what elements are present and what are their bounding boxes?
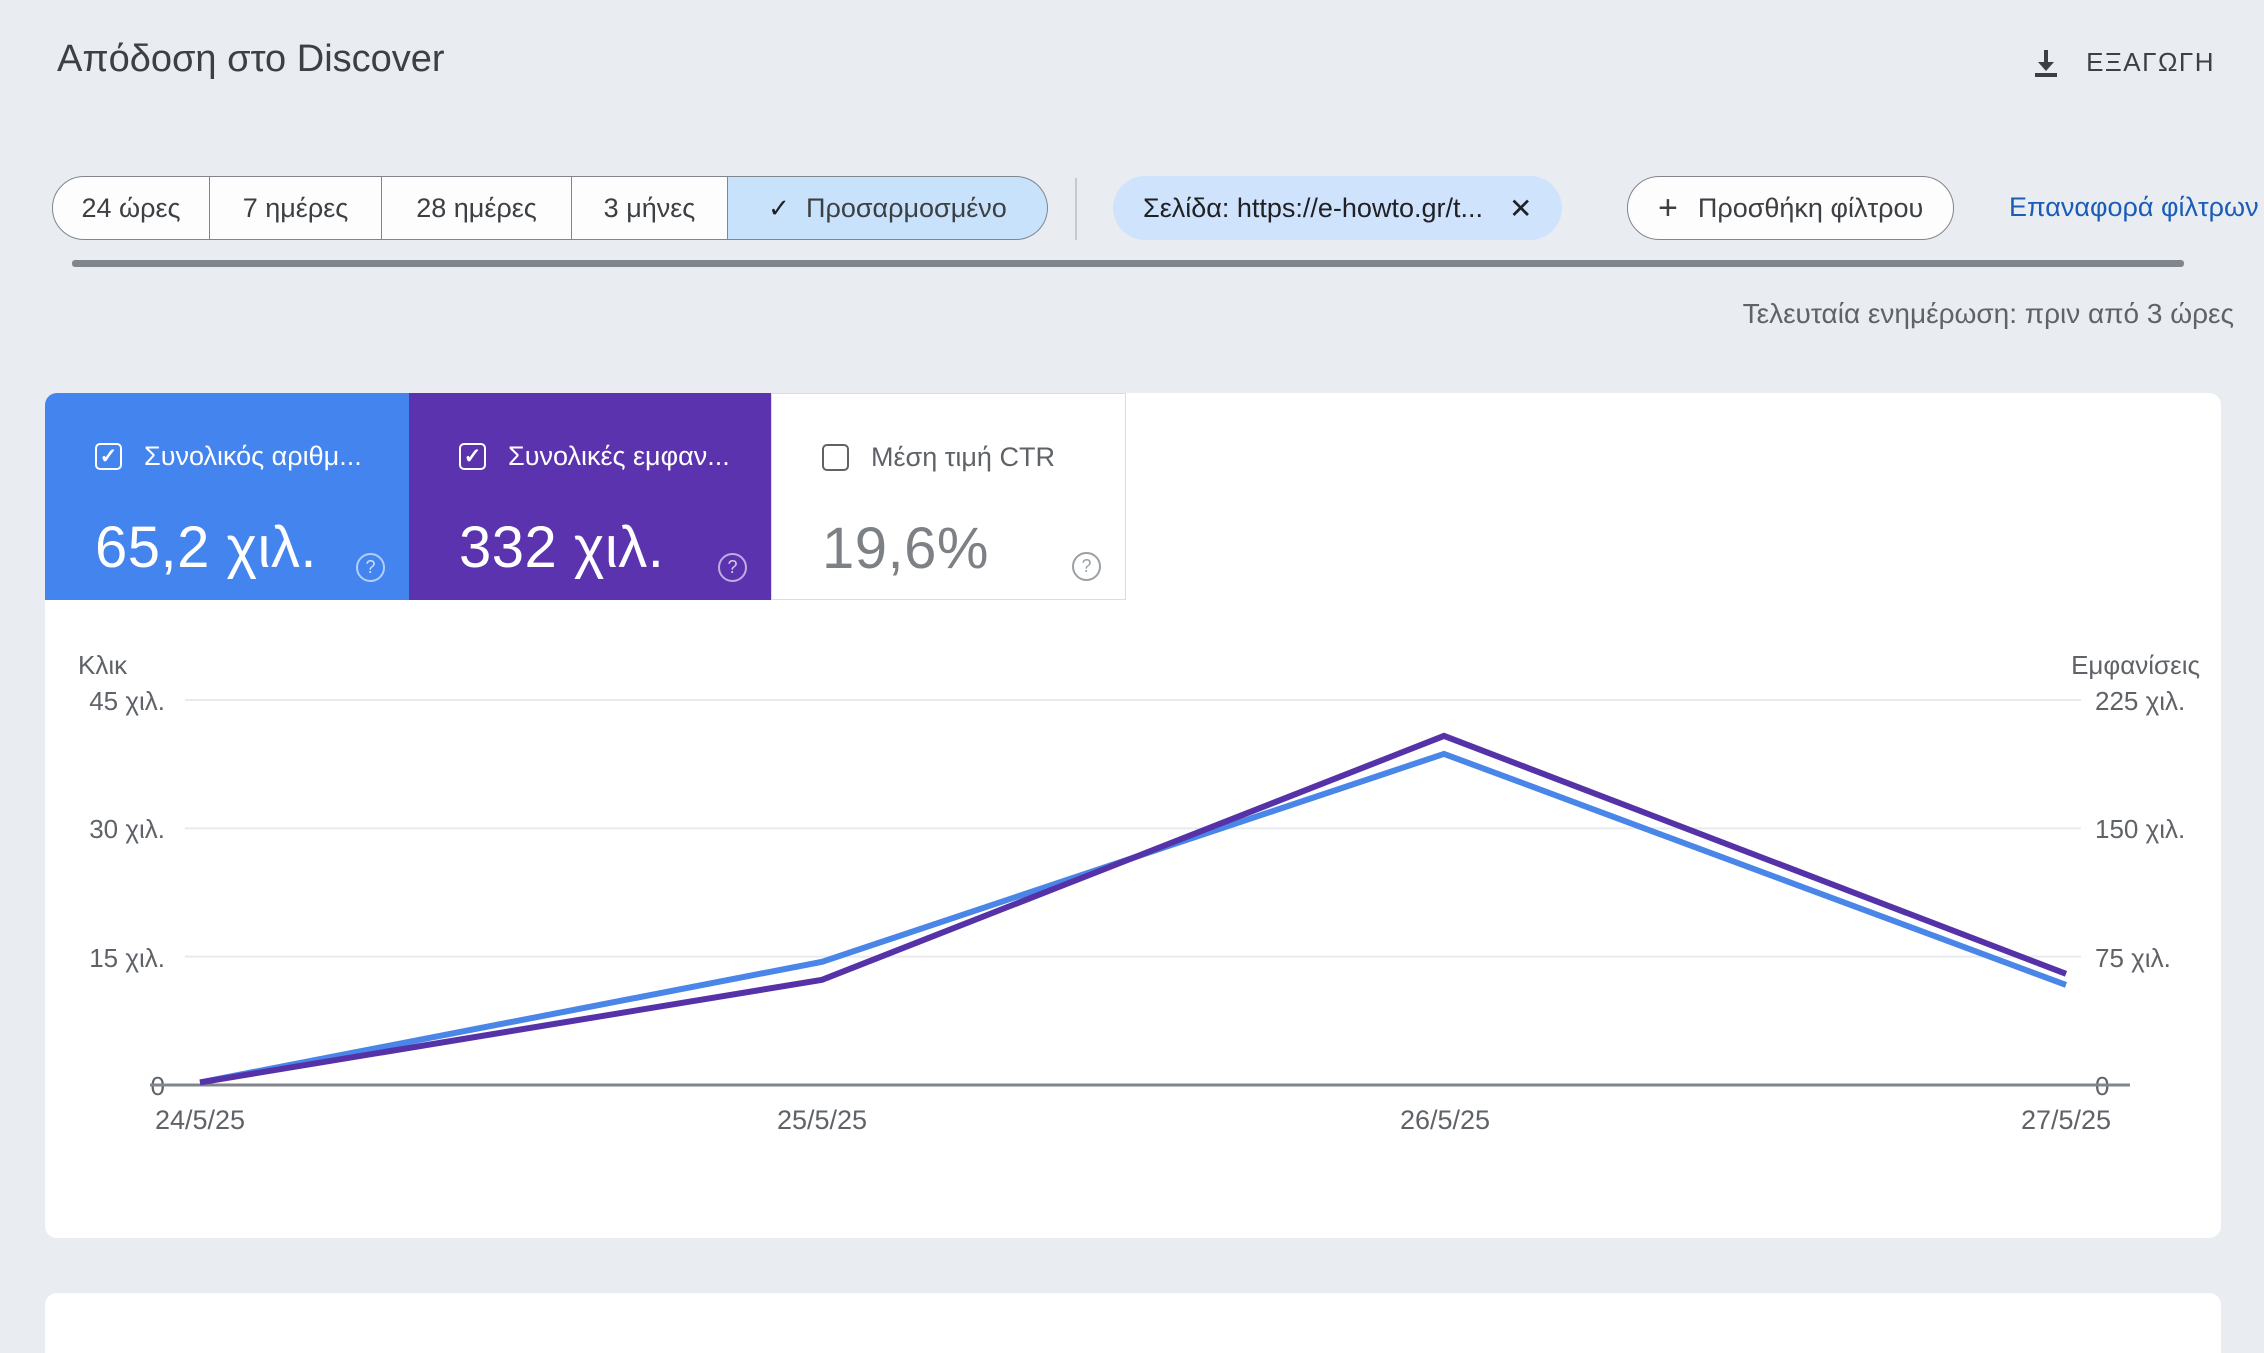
download-icon	[2030, 46, 2062, 78]
checkbox-check-icon: ✓	[100, 446, 118, 467]
question-glyph: ?	[727, 557, 737, 578]
clicks-checkbox[interactable]: ✓	[95, 443, 122, 470]
add-filter-button[interactable]: + Προσθήκη φίλτρου	[1627, 176, 1954, 240]
check-icon: ✓	[768, 193, 790, 224]
help-icon[interactable]: ?	[718, 553, 747, 582]
checkbox-check-icon: ✓	[464, 446, 482, 467]
help-icon[interactable]: ?	[356, 553, 385, 582]
range-3m-label: 3 μήνες	[604, 193, 696, 224]
help-icon[interactable]: ?	[1072, 552, 1101, 581]
page-filter-label: Σελίδα: https://e-howto.gr/t...	[1143, 193, 1483, 224]
range-7d-label: 7 ημέρες	[243, 193, 349, 224]
left-tick: 45 χιλ.	[45, 686, 165, 717]
filters-scrollbar[interactable]	[72, 260, 2184, 267]
ctr-checkbox[interactable]	[822, 444, 849, 471]
impressions-checkbox[interactable]: ✓	[459, 443, 486, 470]
left-tick: 15 χιλ.	[45, 943, 165, 974]
filter-divider	[1075, 178, 1077, 240]
x-tick-date: 26/5/25	[1345, 1105, 1545, 1136]
metric-tile-ctr[interactable]: Μέση τιμή CTR 19,6% ?	[771, 393, 1126, 600]
question-glyph: ?	[365, 557, 375, 578]
x-tick-date: 27/5/25	[1966, 1105, 2166, 1136]
right-tick: 75 χιλ.	[2095, 943, 2171, 974]
search-console-performance-page: { "header": { "title": "Απόδοση στο Disc…	[0, 0, 2264, 1333]
export-label: ΕΞΑΓΩΓΗ	[2086, 47, 2215, 78]
left-tick: 0	[45, 1071, 165, 1102]
left-axis-title: Κλικ	[78, 650, 127, 681]
page-filter-chip[interactable]: Σελίδα: https://e-howto.gr/t... ✕	[1113, 176, 1562, 240]
table-panel	[45, 1293, 2221, 1353]
metric-tile-impressions[interactable]: ✓ Συνολικές εμφαν... 332 χιλ. ?	[409, 393, 771, 600]
left-tick: 30 χιλ.	[45, 814, 165, 845]
x-tick-date: 25/5/25	[722, 1105, 922, 1136]
export-button[interactable]: ΕΞΑΓΩΓΗ	[2030, 46, 2215, 78]
metric-tile-clicks[interactable]: ✓ Συνολικός αριθμ... 65,2 χιλ. ?	[45, 393, 409, 600]
range-3m-chip[interactable]: 3 μήνες	[572, 176, 728, 240]
range-28d-chip[interactable]: 28 ημέρες	[382, 176, 572, 240]
range-28d-label: 28 ημέρες	[416, 193, 537, 224]
ctr-label: Μέση τιμή CTR	[871, 442, 1055, 473]
x-tick-date: 24/5/25	[100, 1105, 300, 1136]
impressions-label: Συνολικές εμφαν...	[508, 441, 730, 472]
range-24h-chip[interactable]: 24 ώρες	[52, 176, 210, 240]
add-filter-label: Προσθήκη φίλτρου	[1698, 193, 1923, 224]
right-tick: 0	[2095, 1071, 2109, 1102]
page-title: Απόδοση στο Discover	[57, 38, 445, 81]
close-icon[interactable]: ✕	[1509, 192, 1532, 225]
range-custom-chip[interactable]: ✓ Προσαρμοσμένο	[728, 176, 1048, 240]
right-tick: 225 χιλ.	[2095, 686, 2185, 717]
plus-icon: +	[1658, 189, 1678, 228]
last-update-text: Τελευταία ενημέρωση: πριν από 3 ώρες	[1743, 298, 2234, 330]
date-range-control: 24 ώρες 7 ημέρες 28 ημέρες 3 μήνες ✓ Προ…	[52, 176, 1048, 240]
right-axis-title: Εμφανίσεις	[2071, 650, 2200, 681]
question-glyph: ?	[1081, 556, 1091, 577]
clicks-label: Συνολικός αριθμ...	[144, 441, 362, 472]
range-custom-label: Προσαρμοσμένο	[806, 193, 1007, 224]
range-7d-chip[interactable]: 7 ημέρες	[210, 176, 382, 240]
reset-filters-link[interactable]: Επαναφορά φίλτρων	[2009, 192, 2259, 223]
range-24h-label: 24 ώρες	[81, 193, 180, 224]
right-tick: 150 χιλ.	[2095, 814, 2185, 845]
